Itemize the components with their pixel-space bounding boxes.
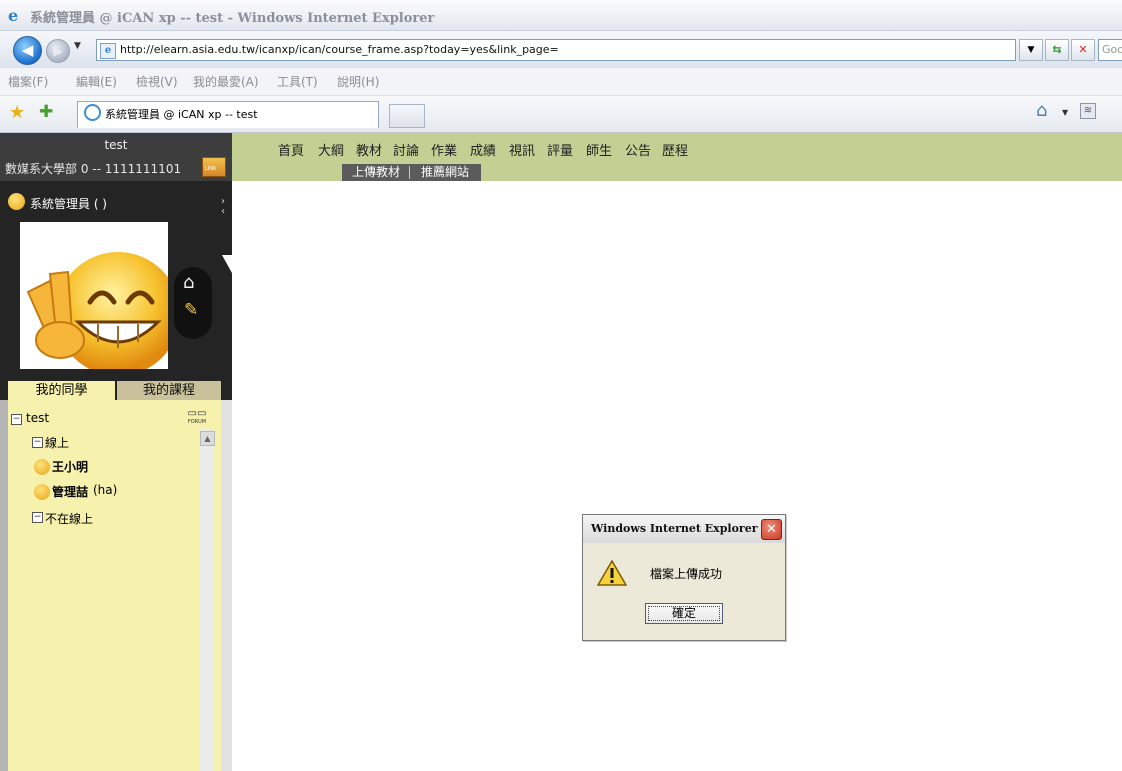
favorites-star-icon[interactable]: ★ <box>9 102 25 123</box>
dialog-titlebar: Windows Internet Explorer ✕ <box>583 515 785 543</box>
tab-current[interactable]: 系統管理員 @ iCAN xp -- test <box>77 101 379 128</box>
nav-grades[interactable]: 成績 <box>470 140 496 159</box>
course-name: test <box>104 138 128 152</box>
history-dropdown-icon[interactable]: ▼ <box>74 41 81 51</box>
warning-icon <box>597 559 627 586</box>
nav-history[interactable]: 歷程 <box>662 140 688 159</box>
window-titlebar: e 系統管理員 @ iCAN xp -- test - Windows Inte… <box>0 0 1122 31</box>
tree-online-label: 線上 <box>45 436 70 450</box>
course-department: 數媒系大學部 0 -- 1111111101 <box>5 162 182 176</box>
loading-icon <box>84 104 101 121</box>
search-placeholder: Goo <box>1102 43 1122 56</box>
classmates-scrollbar[interactable] <box>199 430 214 771</box>
tree-collapse-icon[interactable]: − <box>32 512 43 523</box>
close-icon[interactable]: ✕ <box>761 519 782 540</box>
profile-name: 系統管理員 ( ) <box>30 197 107 211</box>
link-icon[interactable]: LINK <box>202 157 226 177</box>
menu-view[interactable]: 檢視(V) <box>136 73 178 90</box>
home-dropdown-icon[interactable]: ▼ <box>1062 108 1068 117</box>
forward-button[interactable]: ▶ <box>46 39 70 63</box>
avatar <box>20 222 168 369</box>
dialog-message: 檔案上傳成功 <box>650 567 723 581</box>
user-smiley-icon <box>34 459 50 475</box>
sidebar-header: test 數媒系大學部 0 -- 1111111101 LINK <box>0 133 232 181</box>
menu-favorites[interactable]: 我的最愛(A) <box>193 73 259 90</box>
sidebar-fold-triangle <box>222 255 232 273</box>
link-icon-label: LINK <box>205 166 217 172</box>
tree-offline-label: 不在線上 <box>45 512 94 526</box>
url-text: http://elearn.asia.edu.tw/icanxp/ican/co… <box>120 43 559 56</box>
nav-assessment[interactable]: 評量 <box>547 140 573 159</box>
tree-collapse-icon[interactable]: − <box>32 437 43 448</box>
sidebar-right-edge <box>221 400 232 771</box>
dialog-title: Windows Internet Explorer <box>591 522 758 535</box>
nav-syllabus[interactable]: 大綱 <box>318 140 344 159</box>
forum-icon-label: FORUM <box>187 419 207 425</box>
feeds-icon[interactable]: ≋ <box>1080 103 1096 119</box>
user-name[interactable]: 王小明 <box>52 458 88 475</box>
avatar-smiley-icon <box>26 252 168 369</box>
nav-discussion[interactable]: 討論 <box>393 140 419 159</box>
url-dropdown-button[interactable]: ▼ <box>1019 39 1043 61</box>
menu-file[interactable]: 檔案(F) <box>8 73 48 90</box>
refresh-button[interactable]: ⇆ <box>1045 39 1069 61</box>
nav-announcements[interactable]: 公告 <box>625 140 651 159</box>
menu-tools[interactable]: 工具(T) <box>277 73 318 90</box>
expand-arrows-icon[interactable]: › ‹ <box>221 197 225 217</box>
add-favorites-icon[interactable]: ✚ <box>39 102 53 122</box>
sub-nav: 上傳教材 推薦網站 <box>342 164 481 181</box>
tree-collapse-icon[interactable]: − <box>11 414 22 425</box>
url-input[interactable]: e http://elearn.asia.edu.tw/icanxp/ican/c… <box>96 39 1016 61</box>
back-button[interactable]: ◀ <box>13 36 42 65</box>
tab-my-classmates-label: 我的同學 <box>35 383 88 398</box>
forum-icon[interactable]: ▭▭ FORUM <box>185 408 209 426</box>
ie-logo-icon: e <box>8 6 19 25</box>
edit-shortcut-icon[interactable]: ✎ <box>184 300 198 320</box>
menu-edit[interactable]: 編輯(E) <box>76 73 117 90</box>
sidebar-left-edge <box>0 400 8 771</box>
user-status: (ha) <box>93 483 118 497</box>
nav-homework[interactable]: 作業 <box>431 140 457 159</box>
page-icon: e <box>100 43 116 59</box>
menu-help[interactable]: 說明(H) <box>337 73 379 90</box>
home-shortcut-icon[interactable]: ⌂ <box>183 272 194 293</box>
nav-video[interactable]: 視訊 <box>509 140 535 159</box>
scroll-up-icon[interactable]: ▲ <box>200 431 215 446</box>
new-tab-button[interactable] <box>389 104 425 128</box>
window-title: 系統管理員 @ iCAN xp -- test - Windows Intern… <box>30 11 435 26</box>
tab-my-courses[interactable]: 我的課程 <box>117 381 221 400</box>
alert-dialog: Windows Internet Explorer ✕ 檔案上傳成功 確定 <box>582 514 786 641</box>
search-input[interactable]: Goo <box>1098 39 1122 61</box>
nav-materials[interactable]: 教材 <box>356 140 382 159</box>
tab-my-courses-label: 我的課程 <box>142 383 195 398</box>
user-smiley-icon <box>8 193 25 210</box>
nav-home[interactable]: 首頁 <box>278 140 304 159</box>
subnav-divider <box>409 166 410 179</box>
ok-button[interactable]: 確定 <box>645 603 723 624</box>
subnav-recommended-sites[interactable]: 推薦網站 <box>421 164 469 181</box>
user-smiley-icon <box>34 484 50 500</box>
subnav-upload-materials[interactable]: 上傳教材 <box>352 164 400 181</box>
stop-button[interactable]: ✕ <box>1071 39 1095 61</box>
classmates-panel <box>8 400 221 771</box>
home-icon[interactable]: ⌂ <box>1036 100 1047 121</box>
forum-icon-glyph: ▭▭ <box>187 408 207 419</box>
user-name[interactable]: 管理喆 <box>52 483 88 500</box>
tab-my-classmates[interactable]: 我的同學 <box>8 381 115 400</box>
nav-teacher-student[interactable]: 師生 <box>586 140 612 159</box>
tree-root-label: test <box>26 411 50 425</box>
tab-label: 系統管理員 @ iCAN xp -- test <box>105 108 258 121</box>
